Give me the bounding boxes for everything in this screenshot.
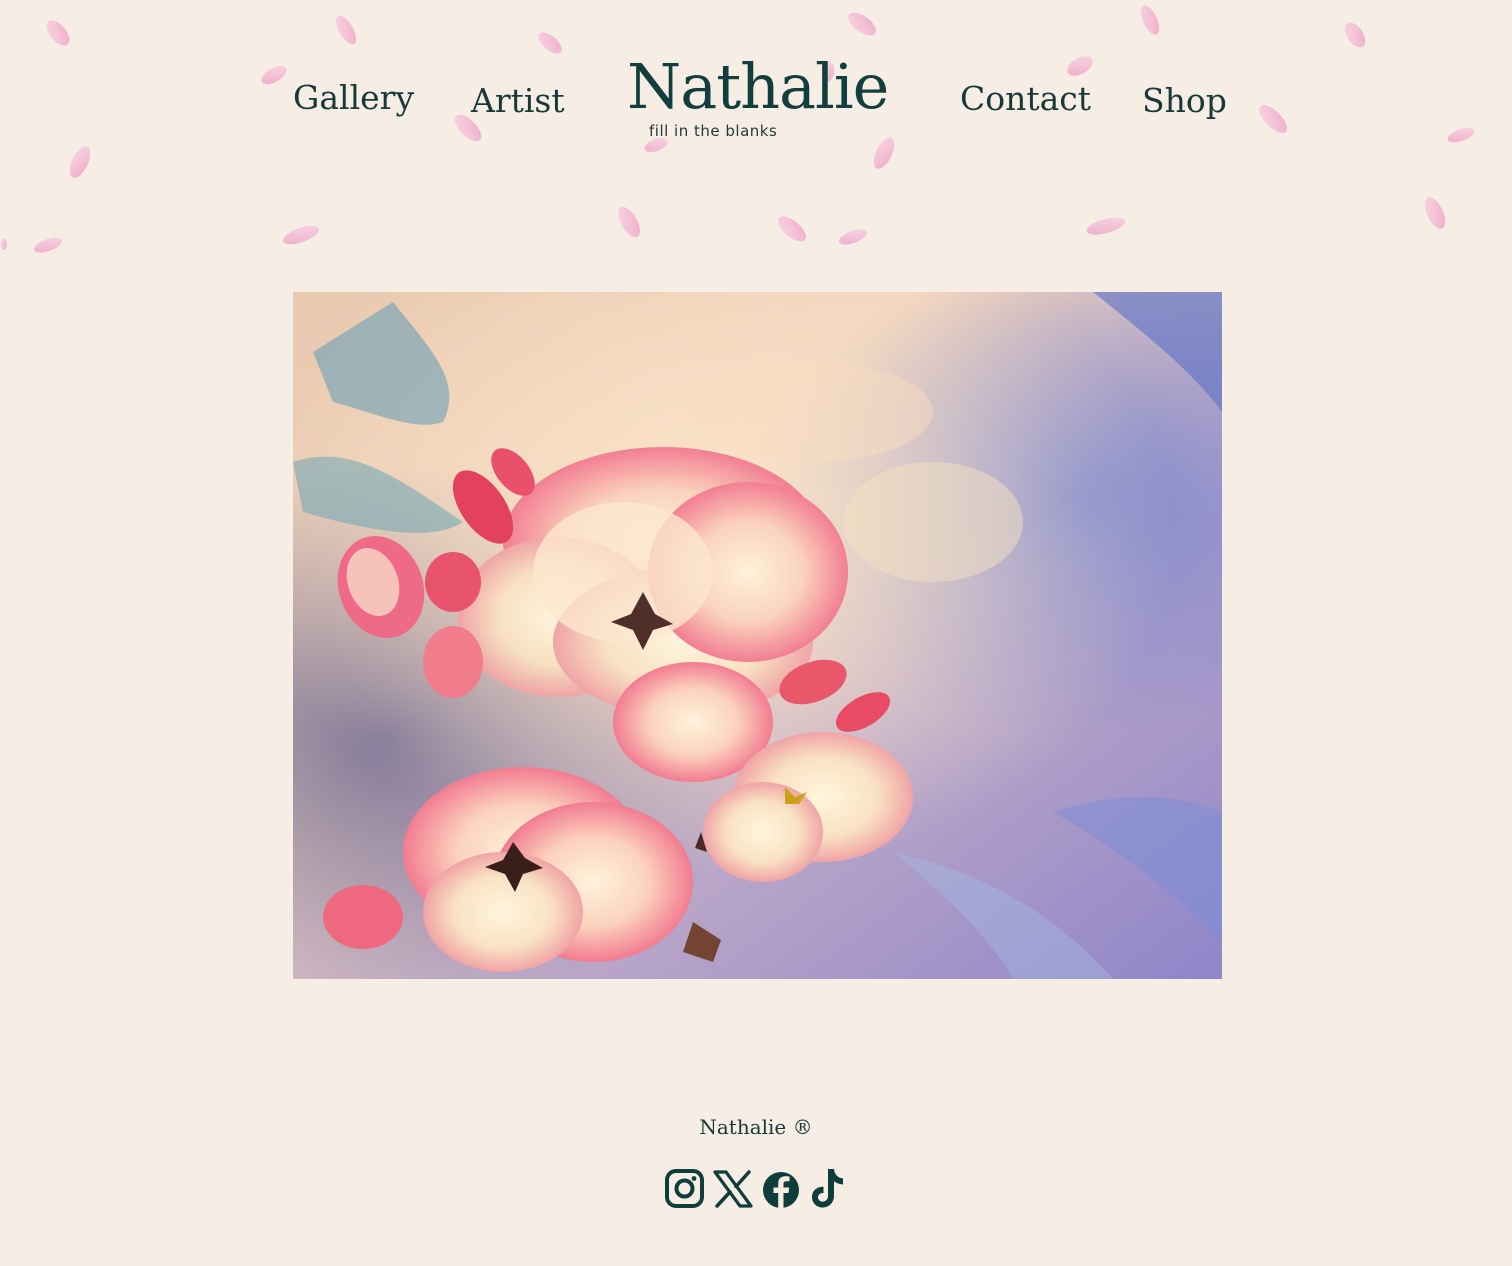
petal-icon: [1447, 127, 1475, 143]
instagram-link[interactable]: [664, 1166, 706, 1212]
petal-icon: [261, 65, 287, 85]
petal-icon: [1424, 197, 1446, 229]
social-links: [664, 1166, 850, 1212]
nav-link-gallery[interactable]: Gallery: [293, 81, 414, 114]
facebook-link[interactable]: [760, 1166, 802, 1212]
nav-link-contact[interactable]: Contact: [960, 82, 1091, 115]
x-icon: [713, 1170, 753, 1208]
flower-painting-icon: [293, 292, 1222, 979]
brand-logo[interactable]: Nathalie fill in the blanks: [624, 56, 889, 150]
petal-icon: [33, 237, 63, 253]
petal-icon: [1067, 56, 1093, 76]
artwork-image: [293, 292, 1222, 979]
brand-tagline: fill in the blanks: [649, 122, 778, 140]
petal-icon: [1140, 5, 1160, 35]
petal-icon: [282, 225, 320, 245]
petal-icon: [1, 238, 7, 250]
x-twitter-link[interactable]: [712, 1166, 754, 1212]
nav-link-artist[interactable]: Artist: [471, 84, 565, 117]
petal-icon: [777, 216, 807, 242]
footer-copyright: Nathalie ®: [699, 1115, 813, 1139]
facebook-icon: [763, 1172, 799, 1208]
petal-icon: [538, 32, 562, 54]
petal-icon: [1344, 22, 1366, 48]
petal-icon: [46, 20, 70, 46]
tiktok-link[interactable]: [808, 1166, 850, 1212]
petal-icon: [335, 15, 357, 45]
falling-petals-decoration: [1, 5, 1475, 253]
petal-icon: [1086, 217, 1126, 235]
petal-icon: [1259, 105, 1287, 133]
petal-icon: [848, 12, 876, 36]
instagram-icon: [665, 1169, 704, 1208]
petal-icon: [838, 229, 868, 245]
brand-name: Nathalie: [627, 50, 889, 123]
nav-link-shop[interactable]: Shop: [1142, 84, 1227, 117]
petal-icon: [69, 146, 91, 178]
petal-icon: [618, 206, 640, 238]
tiktok-icon: [812, 1169, 843, 1208]
